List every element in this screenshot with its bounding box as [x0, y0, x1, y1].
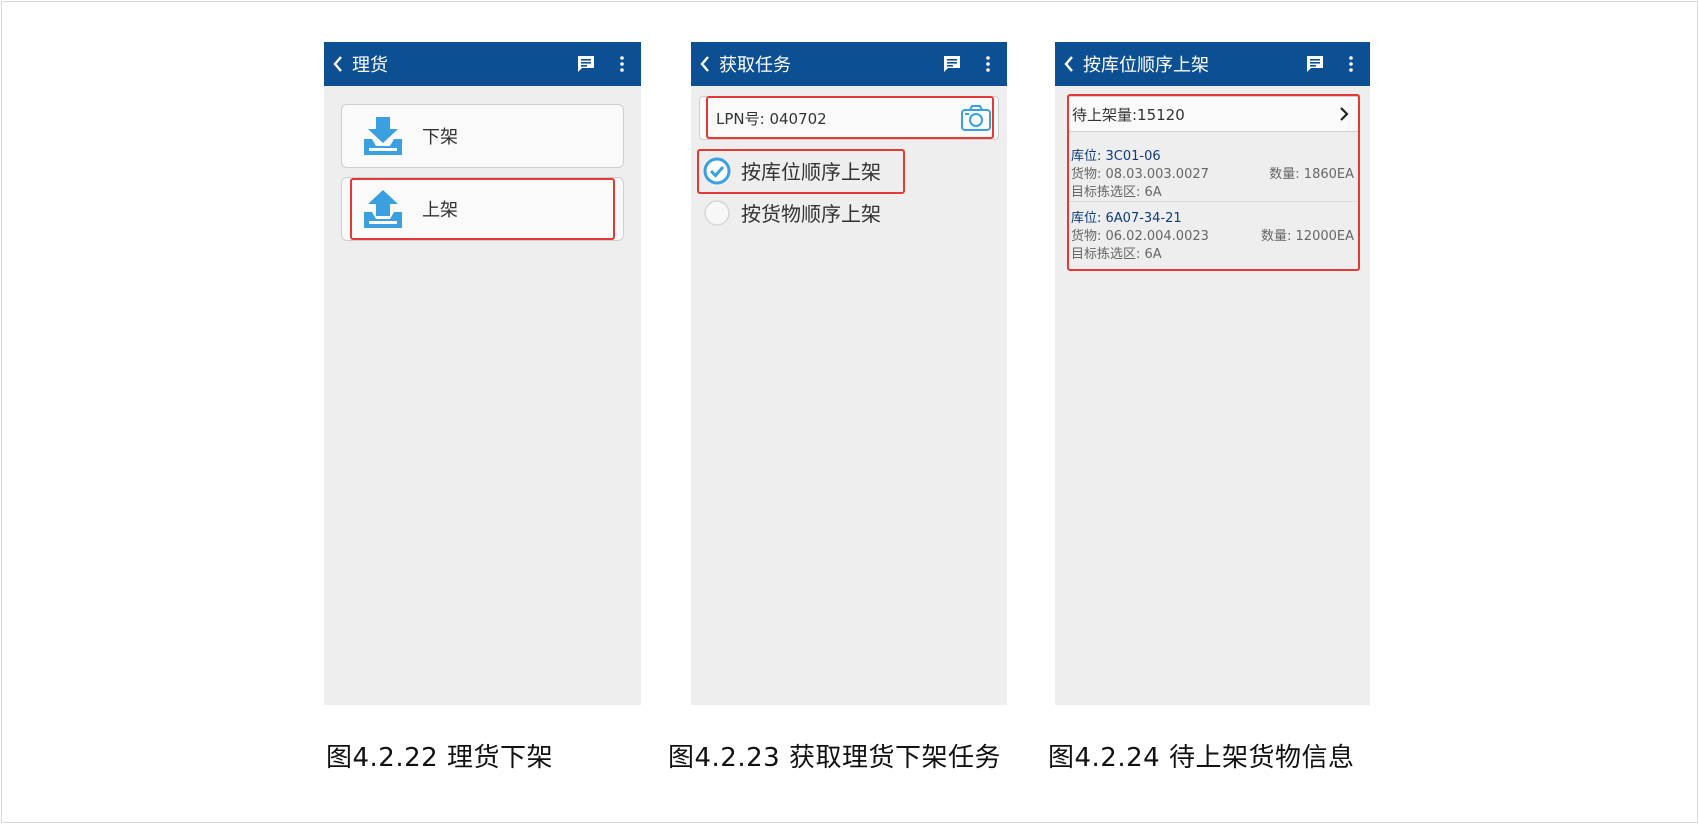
message-button[interactable] — [1304, 53, 1326, 75]
pending-quantity: 待上架量:15120 — [1072, 105, 1185, 124]
screen-get-task: 获取任务 LPN号: 040702 按库位顺序上架 按货物顺序上架 — [691, 42, 1007, 705]
radio-checked-icon — [703, 157, 731, 184]
task-zone: 目标拣选区: 6A — [1071, 247, 1162, 262]
lpn-value: LPN号: 040702 — [716, 109, 827, 128]
menu-item-shelve[interactable]: 上架 — [341, 177, 624, 241]
figure-caption: 图4.2.22 理货下架 — [326, 743, 553, 773]
message-icon — [1307, 56, 1323, 72]
figure-caption: 图4.2.24 待上架货物信息 — [1048, 743, 1355, 773]
more-menu-button[interactable] — [977, 53, 999, 75]
task-location: 库位: 6A07-34-21 — [1071, 211, 1182, 226]
back-button[interactable] — [324, 42, 352, 86]
list-item[interactable]: 库位: 6A07-34-21 货物: 06.02.004.0023 数量: 12… — [1067, 202, 1360, 264]
chevron-left-icon — [333, 56, 342, 72]
more-menu-button[interactable] — [611, 53, 633, 75]
radio-unchecked-icon — [704, 199, 730, 226]
message-button[interactable] — [575, 53, 597, 75]
page-title: 理货 — [352, 55, 388, 76]
back-button[interactable] — [691, 42, 719, 86]
task-quantity: 数量: 1860EA — [1269, 167, 1354, 182]
app-bar: 获取任务 — [691, 42, 1007, 86]
more-menu-button[interactable] — [1340, 53, 1362, 75]
option-label: 按货物顺序上架 — [741, 202, 881, 226]
more-vertical-icon — [1349, 56, 1353, 72]
message-button[interactable] — [941, 53, 963, 75]
chevron-left-icon — [700, 56, 709, 72]
task-quantity: 数量: 12000EA — [1261, 229, 1354, 244]
more-vertical-icon — [620, 56, 624, 72]
menu-item-unshelve[interactable]: 下架 — [341, 104, 624, 168]
message-icon — [944, 56, 960, 72]
list-item[interactable]: 库位: 3C01-06 货物: 08.03.003.0027 数量: 1860E… — [1067, 140, 1360, 202]
task-goods: 货物: 06.02.004.0023 — [1071, 229, 1209, 244]
camera-scan-icon[interactable] — [960, 103, 992, 133]
option-by-goods[interactable]: 按货物顺序上架 — [703, 198, 881, 227]
figure-caption: 图4.2.23 获取理货下架任务 — [668, 743, 1001, 773]
page-title: 获取任务 — [719, 55, 791, 76]
pending-quantity-row[interactable]: 待上架量:15120 — [1067, 96, 1360, 132]
task-location: 库位: 3C01-06 — [1071, 149, 1161, 164]
more-vertical-icon — [986, 56, 990, 72]
task-zone: 目标拣选区: 6A — [1071, 185, 1162, 200]
menu-item-label: 上架 — [422, 200, 458, 221]
task-goods: 货物: 08.03.003.0027 — [1071, 167, 1209, 182]
option-label: 按库位顺序上架 — [741, 160, 881, 184]
menu-item-label: 下架 — [422, 127, 458, 148]
app-bar: 理货 — [324, 42, 641, 86]
upload-tray-icon — [364, 190, 402, 228]
screen-shelve-by-location: 按库位顺序上架 待上架量:15120 库位: 3C01-06 货物: 08.03… — [1055, 42, 1370, 705]
page-title: 按库位顺序上架 — [1083, 55, 1209, 76]
back-button[interactable] — [1055, 42, 1083, 86]
chevron-right-icon — [1340, 107, 1349, 121]
lpn-input[interactable]: LPN号: 040702 — [699, 96, 999, 140]
app-bar: 按库位顺序上架 — [1055, 42, 1370, 86]
screen-tally: 理货 下架 上架 — [324, 42, 641, 705]
download-tray-icon — [364, 117, 402, 155]
message-icon — [578, 56, 594, 72]
option-by-location[interactable]: 按库位顺序上架 — [703, 156, 881, 185]
chevron-left-icon — [1064, 56, 1073, 72]
